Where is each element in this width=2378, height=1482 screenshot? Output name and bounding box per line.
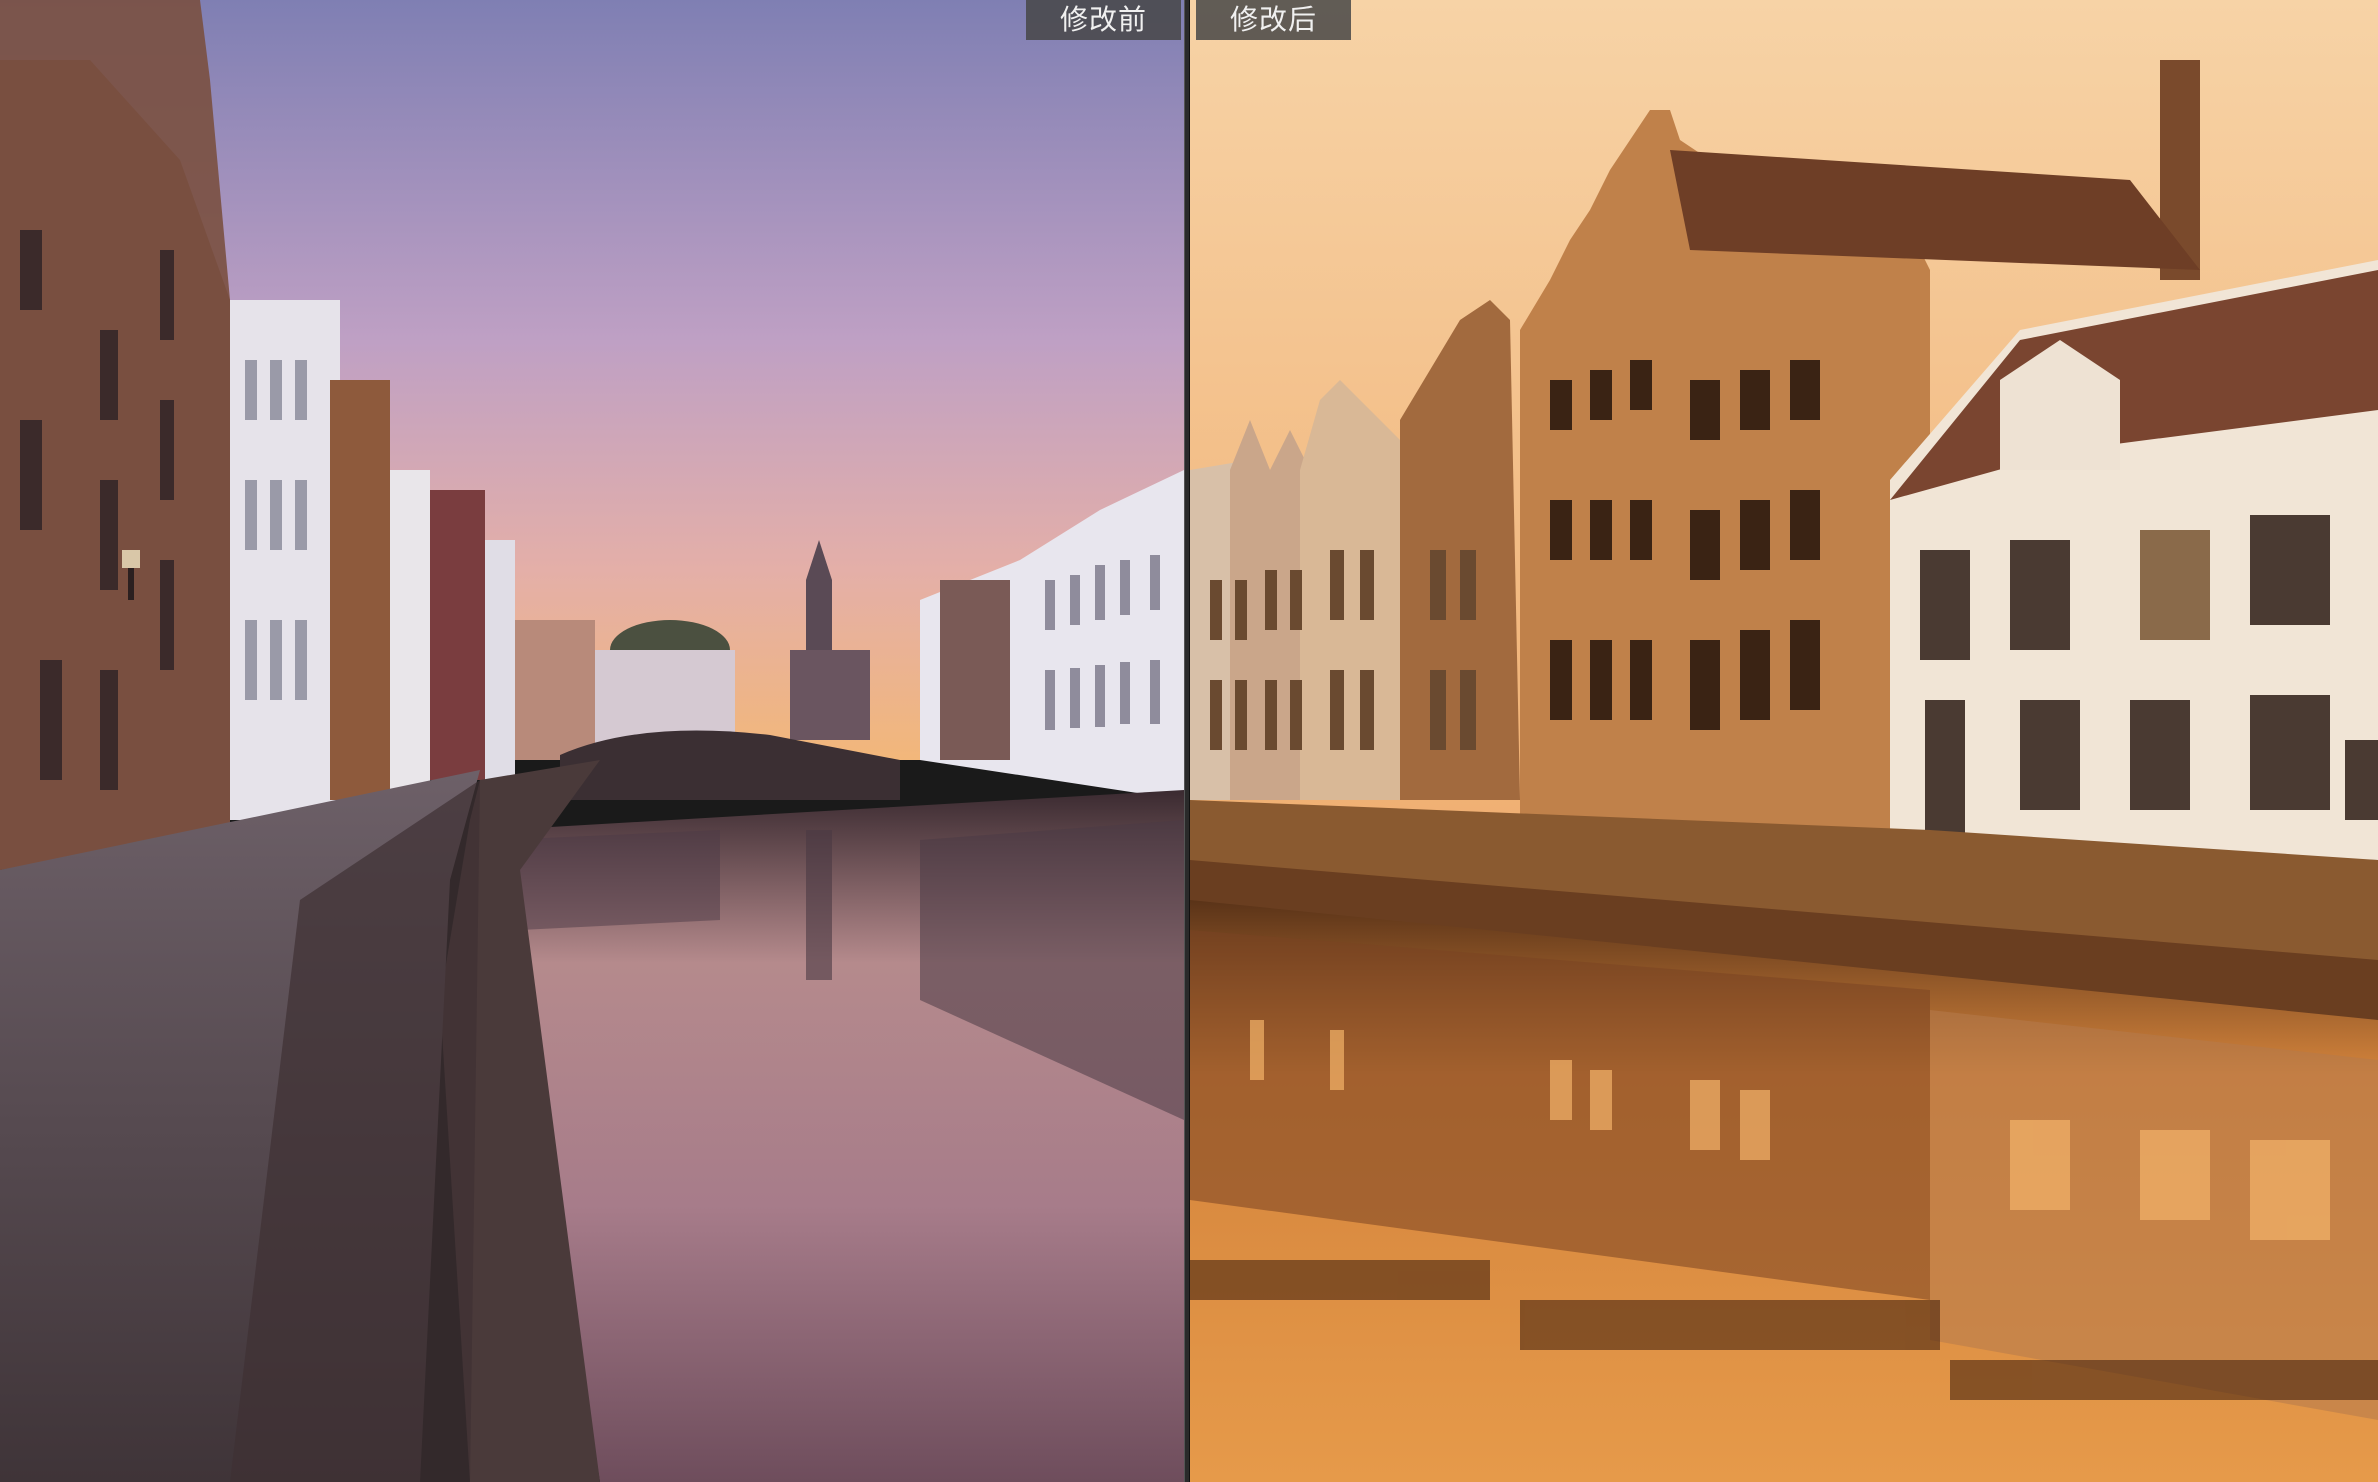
before-after-viewer: 修改前 修改后: [0, 0, 2378, 1482]
before-photo: [0, 0, 1184, 1482]
before-image-pane: [0, 0, 1184, 1482]
before-label: 修改前: [1026, 0, 1182, 40]
after-photo: [1190, 0, 2378, 1482]
after-label: 修改后: [1196, 0, 1352, 40]
after-image-pane: [1190, 0, 2378, 1482]
